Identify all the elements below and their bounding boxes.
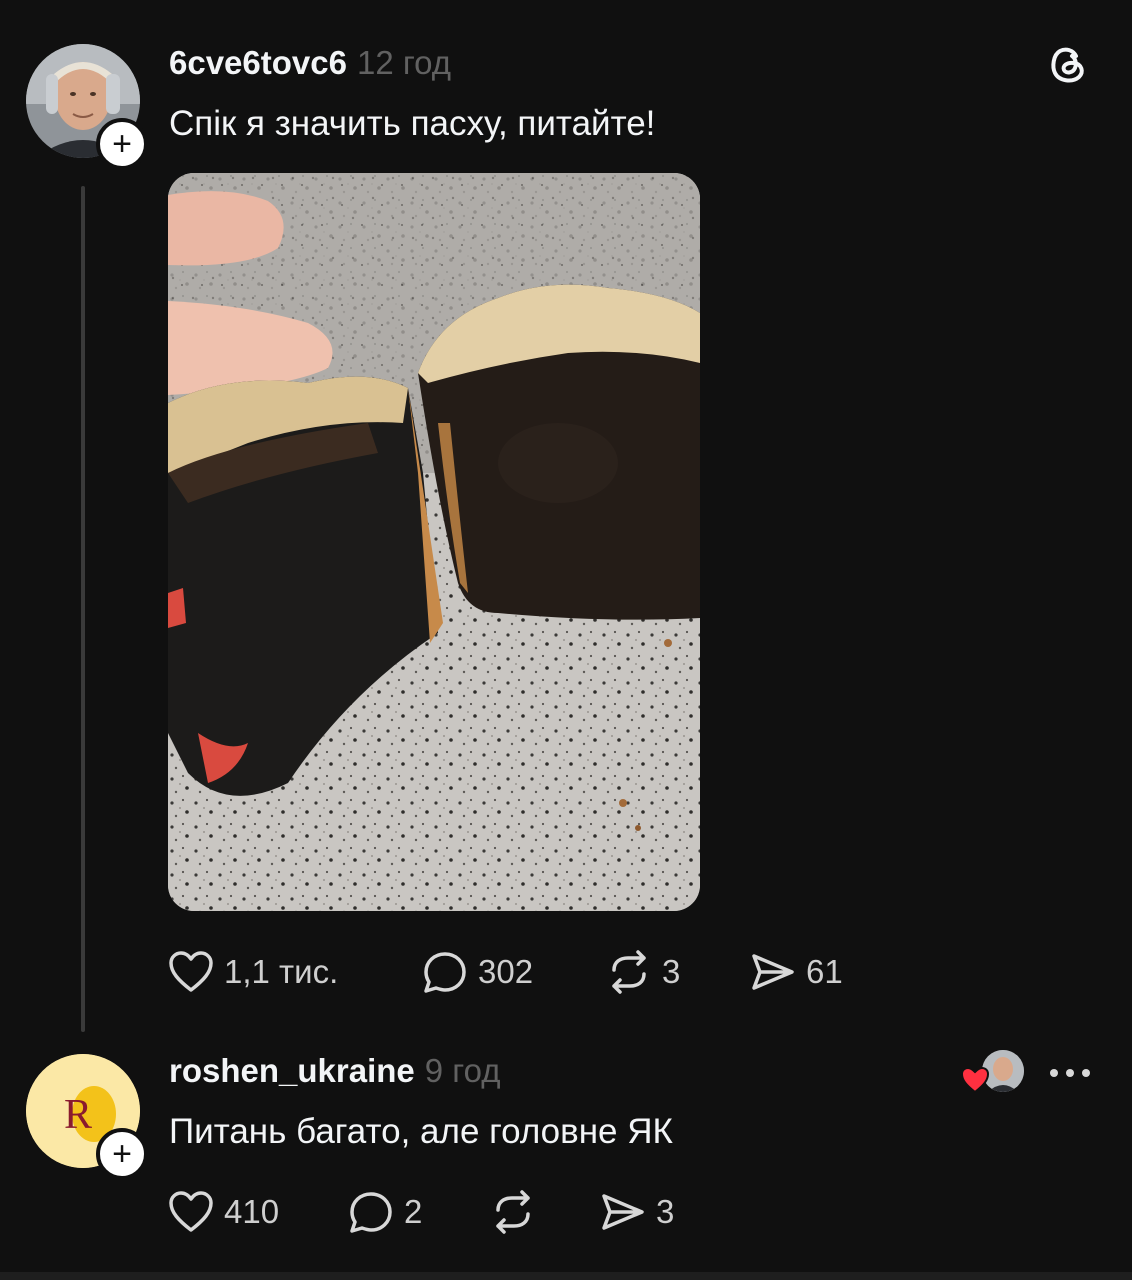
reply-repost-button[interactable]: [490, 1190, 546, 1234]
heart-icon: [168, 1190, 214, 1234]
reply-like-button[interactable]: 410: [168, 1190, 279, 1234]
reply-username[interactable]: roshen_ukraine: [169, 1052, 415, 1090]
reply-header: roshen_ukraine 9 год: [169, 1052, 500, 1090]
heart-icon: [960, 1066, 990, 1099]
post-time: 12 год: [356, 44, 452, 81]
thread-line: [81, 186, 85, 1032]
author-liked-indicator: [960, 1050, 1026, 1094]
repost-count: 3: [662, 953, 681, 990]
comment-bubble-icon: [422, 950, 468, 994]
repost-icon: [490, 1190, 536, 1234]
repost-button[interactable]: 3: [606, 950, 680, 994]
share-button[interactable]: 61: [750, 950, 843, 994]
threads-icon[interactable]: [1046, 42, 1090, 86]
comment-count: 302: [478, 953, 534, 990]
roshen-logo-letter: R: [64, 1092, 92, 1138]
reply-share-count: 3: [656, 1193, 675, 1230]
like-button[interactable]: 1,1 тис.: [168, 950, 338, 994]
reply-comment-count: 2: [404, 1193, 423, 1230]
reply-like-count: 410: [224, 1193, 280, 1230]
reply-share-button[interactable]: 3: [600, 1190, 674, 1234]
divider: [0, 1272, 1132, 1280]
post-text: Спік я значить пасху, питайте!: [169, 104, 656, 143]
send-icon: [600, 1190, 646, 1234]
reply-text: Питань багато, але головне ЯК: [169, 1112, 673, 1151]
share-count: 61: [806, 953, 843, 990]
comment-button[interactable]: 302: [422, 950, 533, 994]
send-icon: [750, 950, 796, 994]
comment-bubble-icon: [348, 1190, 394, 1234]
repost-icon: [606, 950, 652, 994]
author-username[interactable]: 6cve6tovc6: [169, 44, 347, 82]
heart-icon: [168, 950, 214, 994]
post-image[interactable]: [168, 173, 700, 911]
reply-comment-button[interactable]: 2: [348, 1190, 422, 1234]
follow-plus-icon[interactable]: +: [96, 118, 148, 170]
more-dots-icon[interactable]: [1048, 1066, 1092, 1080]
reply-time: 9 год: [424, 1052, 501, 1089]
like-count: 1,1 тис.: [224, 953, 339, 990]
reply-follow-plus-icon[interactable]: +: [96, 1128, 148, 1180]
post-header: 6cve6tovc6 12 год: [169, 44, 451, 82]
